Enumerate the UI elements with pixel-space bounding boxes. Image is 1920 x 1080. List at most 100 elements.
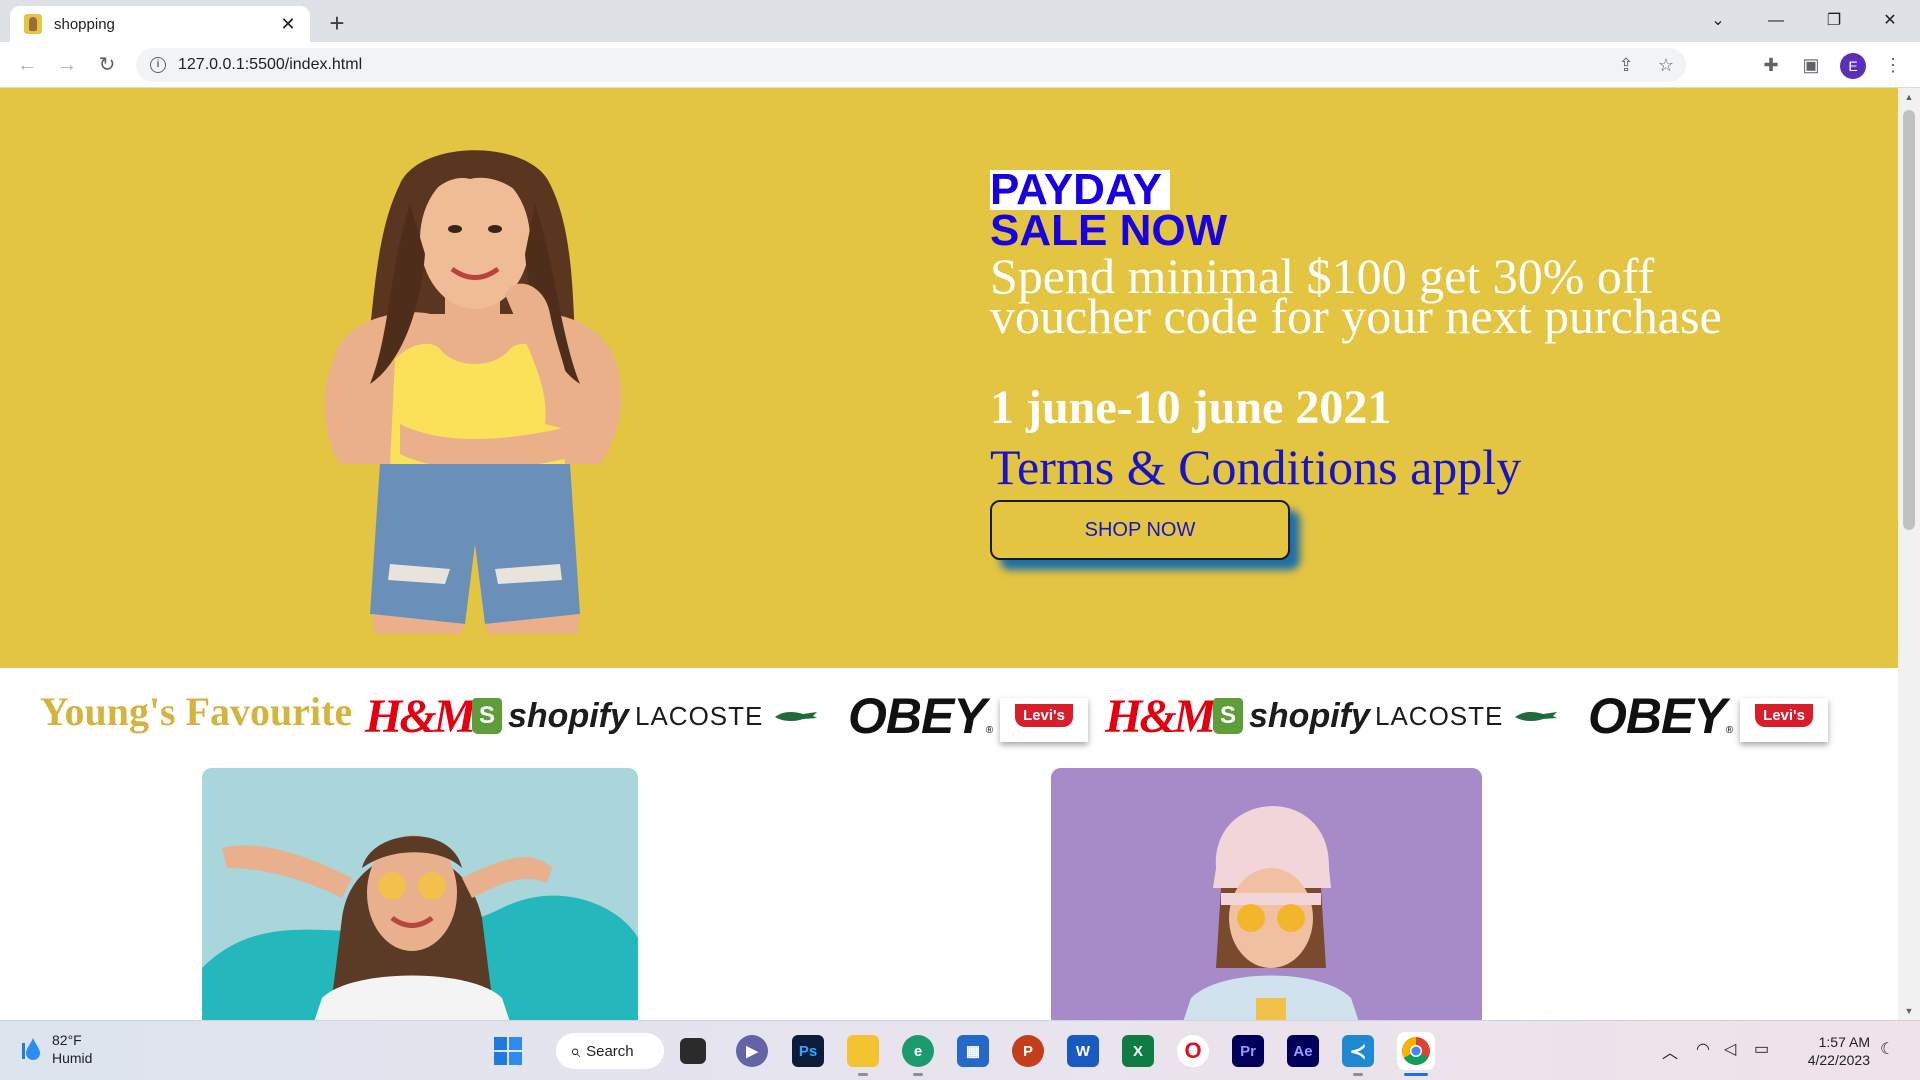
tray-chevron-up-icon[interactable]: ︿	[1662, 1039, 1678, 1063]
hero-text: PAYDAY SALE NOW Spend minimal $100 get 3…	[990, 168, 1722, 560]
crocodile-icon	[1515, 712, 1558, 722]
weather-widget[interactable]: 82°F Humid	[22, 1031, 92, 1067]
lacoste-logo[interactable]: LACOSTE	[1375, 686, 1559, 746]
clock-date: 4/22/2023	[1807, 1052, 1870, 1068]
site-info-icon[interactable]: i	[150, 57, 166, 73]
after-effects-icon[interactable]: Ae	[1287, 1035, 1319, 1067]
photoshop-icon[interactable]: Ps	[792, 1035, 824, 1067]
shopify-wordmark: shopify	[508, 696, 629, 735]
address-bar[interactable]: i 127.0.0.1:5500/index.html ⇪ ☆	[136, 48, 1686, 82]
focus-moon-icon[interactable]: ☾	[1880, 1039, 1894, 1059]
levis-wordmark: Levi's	[1755, 704, 1813, 727]
close-tab-icon[interactable]: ✕	[278, 14, 298, 35]
microsoft-store-icon[interactable]: ▦	[957, 1035, 989, 1067]
restore-button[interactable]: ❐	[1814, 4, 1854, 38]
url-text[interactable]: 127.0.0.1:5500/index.html	[178, 56, 1606, 74]
wifi-icon[interactable]: ◠	[1696, 1039, 1710, 1059]
file-explorer-icon[interactable]	[847, 1035, 879, 1067]
shopify-logo[interactable]: S shopify	[1213, 686, 1370, 746]
tab-search-button[interactable]: ⌄	[1698, 4, 1738, 38]
weather-condition: Humid	[52, 1050, 93, 1066]
running-indicator	[858, 1073, 868, 1076]
excel-icon[interactable]: X	[1122, 1035, 1154, 1067]
windows-start-icon[interactable]	[492, 1035, 524, 1067]
vscode-icon[interactable]: ≺	[1342, 1035, 1374, 1067]
offer-line-2: voucher code for your next purchase	[990, 288, 1722, 344]
volume-icon[interactable]: ◁	[1724, 1039, 1736, 1059]
powerpoint-icon[interactable]: P	[1012, 1035, 1044, 1067]
product-image-1	[202, 768, 638, 1020]
levis-tag: Levi's	[1000, 698, 1088, 742]
taskbar-search-label: Search	[586, 1042, 634, 1060]
lacoste-wordmark: LACOSTE	[635, 700, 764, 731]
profile-avatar[interactable]: E	[1840, 53, 1866, 79]
lacoste-logo[interactable]: LACOSTE	[635, 686, 819, 746]
word-icon[interactable]: W	[1067, 1035, 1099, 1067]
shopify-bag-icon: S	[472, 698, 502, 734]
page-scrollbar[interactable]: ▲ ▼	[1898, 88, 1920, 1020]
sale-dates: 1 june-10 june 2021	[990, 381, 1392, 434]
shop-now-button[interactable]: SHOP NOW	[990, 500, 1290, 560]
product-card-2[interactable]	[1051, 768, 1482, 1020]
hero-line-sale-now: SALE NOW	[990, 206, 1228, 255]
menu-kebab-icon[interactable]: ⋮	[1878, 50, 1908, 80]
hm-logo[interactable]: H&M	[365, 686, 476, 746]
minimize-button[interactable]: —	[1756, 4, 1796, 38]
model-image	[325, 150, 622, 634]
search-icon: ⌕	[570, 1040, 581, 1061]
brand-strip: Young's Favourite H&M S shopify LACOSTE …	[0, 668, 1898, 763]
scroll-down-arrow-icon[interactable]: ▼	[1898, 1006, 1920, 1016]
windows-taskbar: 82°F Humid ⌕ Search ▶ Ps e ▦ P W X O Pr …	[0, 1020, 1920, 1080]
active-indicator	[1404, 1073, 1428, 1076]
terms-text[interactable]: Terms & Conditions apply	[990, 438, 1722, 496]
levis-tag: Levi's	[1740, 698, 1828, 742]
page-viewport: PAYDAY SALE NOW Spend minimal $100 get 3…	[0, 88, 1898, 1020]
hero-line-payday: PAYDAY	[990, 168, 1171, 212]
levis-logo[interactable]: Levi's	[1740, 690, 1828, 750]
product-image-2	[1051, 768, 1482, 1020]
clock-time: 1:57 AM	[1818, 1034, 1870, 1050]
extensions-puzzle-icon[interactable]: ✚	[1756, 50, 1786, 80]
levis-logo[interactable]: Levi's	[1000, 690, 1088, 750]
premiere-pro-icon[interactable]: Pr	[1232, 1035, 1264, 1067]
running-indicator	[1353, 1073, 1363, 1076]
brands-heading: Young's Favourite	[40, 689, 353, 734]
hm-logo[interactable]: H&M	[1105, 686, 1216, 746]
close-window-button[interactable]: ✕	[1870, 4, 1910, 38]
scroll-up-arrow-icon[interactable]: ▲	[1898, 92, 1920, 102]
crocodile-icon	[775, 712, 818, 722]
share-icon[interactable]: ⇪	[1606, 55, 1646, 76]
chrome-icon[interactable]	[1397, 1032, 1435, 1070]
task-view-icon[interactable]	[680, 1038, 706, 1064]
scrollbar-thumb[interactable]	[1903, 110, 1915, 530]
edge-browser-icon[interactable]: e	[902, 1035, 934, 1067]
back-arrow-icon[interactable]: ←	[12, 50, 42, 80]
shopify-bag-icon: S	[1213, 698, 1243, 734]
weather-temperature: 82°F	[52, 1032, 82, 1048]
registered-mark: ®	[1725, 725, 1734, 736]
obey-logo[interactable]: OBEY ®	[848, 686, 993, 746]
tab-strip: shopping ✕ + ⌄ — ❐ ✕	[0, 0, 1920, 42]
bookmark-star-icon[interactable]: ☆	[1646, 55, 1686, 76]
running-indicator	[913, 1073, 923, 1076]
lacoste-wordmark: LACOSTE	[1375, 700, 1504, 731]
side-panel-icon[interactable]: ▣	[1796, 50, 1826, 80]
obey-logo[interactable]: OBEY ®	[1588, 686, 1733, 746]
new-tab-button[interactable]: +	[322, 8, 352, 38]
reload-icon[interactable]: ↻	[92, 50, 122, 80]
teams-chat-icon[interactable]: ▶	[736, 1035, 768, 1067]
shopify-logo[interactable]: S shopify	[472, 686, 629, 746]
product-card-1[interactable]	[202, 768, 638, 1020]
registered-mark: ®	[985, 725, 994, 736]
browser-tab[interactable]: shopping ✕	[10, 6, 310, 42]
system-clock[interactable]: 1:57 AM 4/22/2023	[1790, 1033, 1870, 1069]
opera-icon[interactable]: O	[1177, 1035, 1209, 1067]
obey-wordmark: OBEY	[1588, 688, 1727, 744]
shopify-wordmark: shopify	[1249, 696, 1370, 735]
browser-toolbar: ← → ↻ i 127.0.0.1:5500/index.html ⇪ ☆ ✚ …	[0, 42, 1920, 88]
tab-title: shopping	[54, 15, 115, 33]
hero-banner: PAYDAY SALE NOW Spend minimal $100 get 3…	[0, 88, 1898, 668]
taskbar-search[interactable]: ⌕ Search	[556, 1033, 664, 1069]
battery-icon[interactable]: ▭	[1754, 1039, 1769, 1059]
forward-arrow-icon[interactable]: →	[52, 50, 82, 80]
